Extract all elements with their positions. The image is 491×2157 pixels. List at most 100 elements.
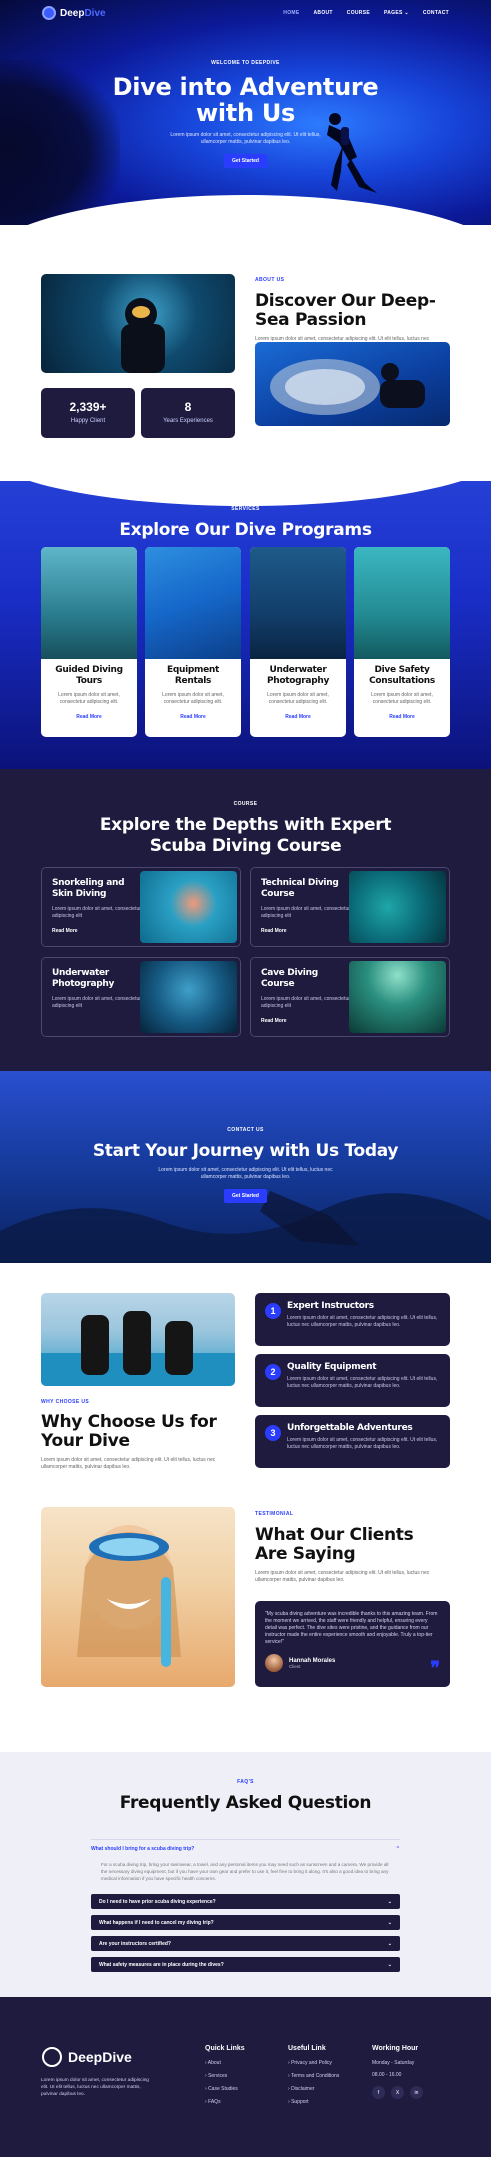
read-more-link[interactable]: Read More (151, 714, 235, 720)
faq-question: What should I bring for a scuba diving t… (91, 1846, 195, 1852)
nav-home[interactable]: HOME (283, 10, 299, 16)
service-title-line1: Dive Safety (374, 665, 430, 675)
service-title-line2: Rentals (174, 676, 212, 686)
footer-link[interactable]: Disclaimer (288, 2086, 339, 2092)
faq-item[interactable]: What safety measures are in place during… (91, 1957, 400, 1972)
faq-item[interactable]: Are your instructors certified? ⌄ (91, 1936, 400, 1951)
service-card-equipment[interactable]: Equipment Rentals Lorem ipsum dolor sit a… (145, 547, 241, 737)
testimonial-author: Hannah Morales Client (265, 1654, 440, 1672)
faq-item[interactable]: Do I need to have prior scuba diving exp… (91, 1894, 400, 1909)
chevron-down-icon: ⌄ (387, 1961, 392, 1968)
read-more-link[interactable]: Read More (256, 714, 340, 720)
course-tag: COURSE (233, 801, 258, 807)
cta-text-line2: ullamcorper mattis, pulvinar dapibus leo… (200, 1174, 291, 1180)
course-card-underwater-photo[interactable]: Underwater Photography Lorem ipsum dolor … (41, 957, 241, 1037)
service-image (41, 547, 137, 659)
read-more-link[interactable]: Read More (52, 928, 142, 934)
cta-get-started-button[interactable]: Get Started (224, 1189, 267, 1203)
faq-item[interactable]: What happens if I need to cancel my divi… (91, 1915, 400, 1930)
service-title: Guided Diving Tours (47, 665, 131, 687)
hero-text: Lorem ipsum dolor sit amet, consectetur … (0, 132, 491, 146)
about-title-line1: Discover Our Deep- (255, 291, 436, 311)
cta-text-line1: Lorem ipsum dolor sit amet, consectetur … (158, 1167, 333, 1173)
course-card-snorkeling[interactable]: Snorkeling and Skin Diving Lorem ipsum do… (41, 867, 241, 947)
feature-unforgettable-adventures: 3 Unforgettable Adventures Lorem ipsum d… (255, 1415, 450, 1468)
service-title-line1: Underwater (269, 665, 327, 675)
service-card-photography[interactable]: Underwater Photography Lorem ipsum dolor … (250, 547, 346, 737)
footer-link[interactable]: Services (205, 2073, 245, 2079)
testimonial-quote: "My scuba diving adventure was incredibl… (265, 1611, 438, 1645)
why-title-line2: Your Dive (41, 1431, 130, 1451)
footer-logo[interactable]: DeepDive (42, 2047, 132, 2067)
footer-column-title: Useful Link (288, 2045, 326, 2052)
stat-happy-client: 2,339+ Happy Client (41, 388, 135, 438)
testimonial-title: What Our Clients Are Saying (255, 1526, 450, 1564)
testimonial-card: "My scuba diving adventure was incredibl… (255, 1601, 450, 1687)
feature-expert-instructors: 1 Expert Instructors Lorem ipsum dolor s… (255, 1293, 450, 1346)
read-more-link[interactable]: Read More (261, 928, 351, 934)
course-title: Explore the Depths with Expert Scuba Divi… (0, 815, 491, 857)
testimonial-title-line2: Are Saying (255, 1544, 356, 1564)
course-card-technical[interactable]: Technical Diving Course Lorem ipsum dolor… (250, 867, 450, 947)
course-image (140, 961, 237, 1033)
chevron-down-icon: ⌄ (387, 1940, 392, 1947)
about-diver-image (41, 274, 235, 373)
service-title-line2: Tours (76, 676, 102, 686)
footer-link[interactable]: About (205, 2060, 245, 2066)
service-card-guided-tours[interactable]: Guided Diving Tours Lorem ipsum dolor sit… (41, 547, 137, 737)
faq-section: FAQ'S Frequently Asked Question What sho… (0, 1752, 491, 1997)
why-text-block: WHY CHOOSE US Why Choose Us for Your Dive… (41, 1399, 235, 1471)
course-header: COURSE Explore the Depths with Expert Scu… (0, 801, 491, 857)
brand-part-1: Deep (60, 7, 85, 19)
nav-about[interactable]: ABOUT (314, 10, 333, 16)
brand-logo[interactable]: DeepDive (42, 6, 106, 20)
linkedin-icon[interactable]: in (410, 2086, 423, 2099)
feature-title: Quality Equipment (287, 1362, 377, 1372)
course-card-title-line2: Photography (52, 979, 115, 989)
course-card-title-line1: Cave Diving (261, 968, 318, 978)
about-title: Discover Our Deep- Sea Passion (255, 292, 450, 330)
logo-icon (42, 2047, 62, 2067)
hero-title: Dive into Adventure with Us (0, 74, 491, 126)
course-card-title-line1: Technical Diving (261, 878, 339, 888)
services-header: SERVICES Explore Our Dive Programs (0, 506, 491, 540)
hero-title-line1: Dive into Adventure (112, 73, 379, 101)
course-card-cave-diving[interactable]: Cave Diving Course Lorem ipsum dolor sit … (250, 957, 450, 1037)
feature-text: Lorem ipsum dolor sit amet, consectetur … (287, 1315, 438, 1328)
author-role: Client (289, 1663, 301, 1669)
about-tag: ABOUT US (255, 277, 285, 283)
feature-title: Unforgettable Adventures (287, 1423, 413, 1433)
read-more-link[interactable]: Read More (47, 714, 131, 720)
service-title-line1: Guided Diving (55, 665, 123, 675)
feature-text: Lorem ipsum dolor sit amet, consectetur … (287, 1437, 438, 1450)
about-fish-image (255, 342, 450, 426)
service-card-safety[interactable]: Dive Safety Consultations Lorem ipsum dol… (354, 547, 450, 737)
read-more-link[interactable]: Read More (261, 1018, 351, 1024)
footer-working-hours: Working Hour Monday - Saturday 08.00 - 1… (372, 2045, 423, 2099)
footer-link[interactable]: Case Studies (205, 2086, 245, 2092)
services-section: SERVICES Explore Our Dive Programs Guide… (0, 481, 491, 769)
nav-course[interactable]: COURSE (347, 10, 370, 16)
nav-pages[interactable]: PAGES ⌄ (384, 10, 409, 16)
course-title-line1: Explore the Depths with Expert (99, 815, 392, 835)
hero-text-line1: Lorem ipsum dolor sit amet, consectetur … (170, 132, 321, 138)
faq-item-open[interactable]: What should I bring for a scuba diving t… (91, 1839, 400, 1882)
footer-link[interactable]: FAQs (205, 2099, 245, 2105)
faq-question: Do I need to have prior scuba diving exp… (99, 1898, 216, 1905)
cta-title: Start Your Journey with Us Today (92, 1141, 399, 1161)
stat-years: 8 Years Experiences (141, 388, 235, 438)
course-card-title: Underwater Photography (52, 968, 142, 990)
faq-header: FAQ'S Frequently Asked Question (0, 1779, 491, 1813)
facebook-icon[interactable]: f (372, 2086, 385, 2099)
cta-tag: CONTACT US (227, 1127, 264, 1133)
nav-pages-label: PAGES (383, 10, 403, 16)
feature-quality-equipment: 2 Quality Equipment Lorem ipsum dolor si… (255, 1354, 450, 1407)
nav-contact[interactable]: CONTACT (423, 10, 449, 16)
hero-get-started-button[interactable]: Get Started (224, 154, 267, 168)
footer-link[interactable]: Terms and Conditions (288, 2073, 339, 2079)
hero-text-line2: ullamcorper mattis, pulvinar dapibus leo… (200, 139, 291, 145)
x-twitter-icon[interactable]: X (391, 2086, 404, 2099)
read-more-link[interactable]: Read More (360, 714, 444, 720)
footer-link[interactable]: Support (288, 2099, 339, 2105)
footer-link[interactable]: Privacy and Policy (288, 2060, 339, 2066)
